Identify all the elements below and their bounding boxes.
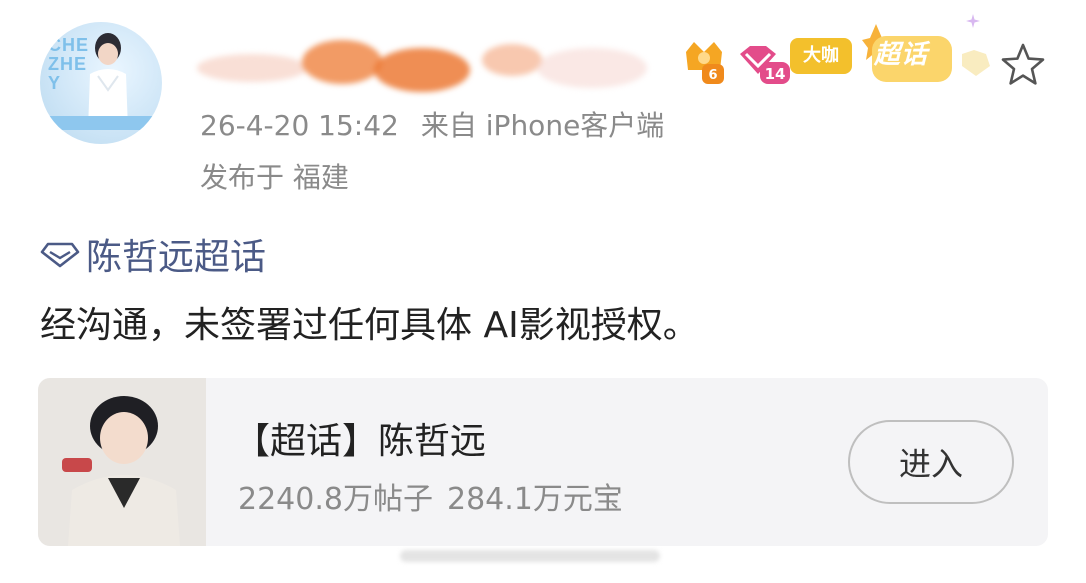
post-location: 发布于 福建 [200,161,349,194]
faded-badge-icon [962,50,990,76]
username-redacted [197,40,647,92]
dakai-badge: 大咖 [790,38,852,74]
avatar[interactable]: CHE ZHE Y [40,22,162,144]
card-posts-count: 2240.8万帖子 [238,482,433,517]
post-source: 来自 iPhone客户端 [420,109,665,142]
avatar-text: CHE ZHE Y [48,35,90,93]
card-thumbnail [38,378,206,546]
crown-icon: 6 [686,42,724,84]
card-title: 【超话】陈哲远 [234,421,487,462]
svg-text:6: 6 [708,68,717,83]
card-yuanbao-count: 284.1万元宝 [446,482,623,517]
enter-button[interactable]: 进入 [848,420,1014,504]
chaohua-diamond-icon [40,242,80,268]
diamond-badge-icon: 14 [740,46,790,84]
topic-label: 陈哲远超话 [86,237,267,278]
chaohua-card[interactable]: 【超话】陈哲远 2240.8万帖子 284.1万元宝 进入 [38,378,1048,546]
avatar-portrait-icon [88,33,128,130]
post-timestamp: 26-4-20 15:42 [200,109,399,142]
footer-redacted [400,550,660,562]
chaohua-badge: 超话 [862,20,954,86]
svg-text:14: 14 [765,65,786,83]
sparkle-icon [966,14,980,28]
topic-link[interactable]: 陈哲远超话 [40,228,266,280]
post-content: 经沟通，未签署过任何具体 AI影视授权。 [40,305,699,346]
post-meta: 26-4-20 15:42 来自 iPhone客户端 [200,104,664,144]
card-stats: 2240.8万帖子 284.1万元宝 [238,474,623,518]
level-badge: 6 [680,36,728,86]
fan-level-badge: 14 [736,44,792,86]
star-icon[interactable] [1000,42,1046,88]
avatar-banner [46,116,156,130]
